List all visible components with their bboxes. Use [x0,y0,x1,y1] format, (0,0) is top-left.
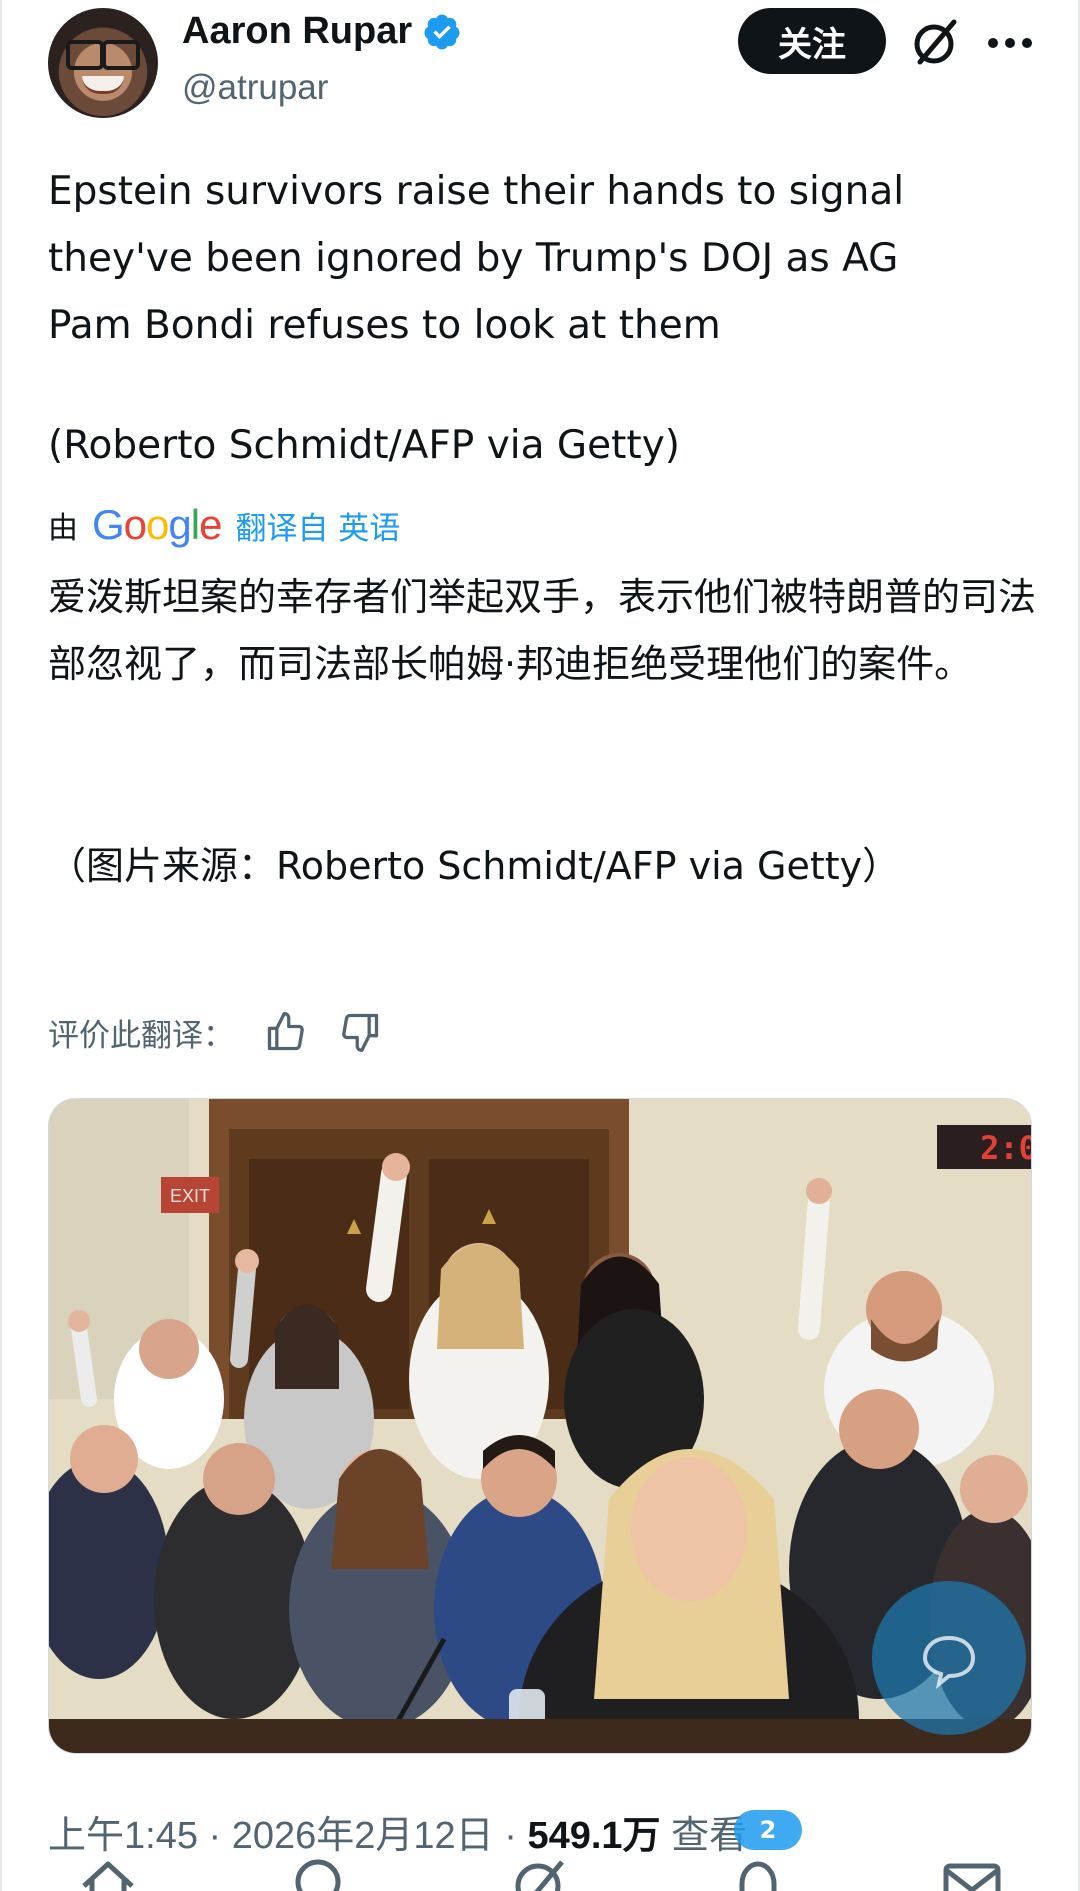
translated-by-label: 由 [48,511,78,546]
exit-sign: EXIT [170,1186,210,1206]
search-icon[interactable] [290,1856,354,1891]
grok-slash-icon[interactable] [910,16,962,68]
author-name[interactable]: Aaron Rupar [182,10,412,53]
notifications-icon[interactable] [726,1856,790,1891]
google-logo: Google [92,501,222,548]
left-divider [0,0,2,1891]
thumbs-up-icon[interactable] [264,1010,308,1054]
bottom-nav [0,1856,1080,1891]
translated-credit: （图片来源：Roberto Schmidt/AFP via Getty） [48,844,901,888]
compose-bubble-icon [922,1635,976,1689]
notification-badge: 2 [734,1810,802,1850]
author-handle[interactable]: @atrupar [182,68,328,108]
avatar-smile [82,76,124,94]
tweet-text: Epstein survivors raise their hands to s… [48,169,917,348]
translated-from-link[interactable]: 翻译自 英语 [235,503,400,548]
follow-button[interactable]: 关注 [738,8,886,74]
avatar-glasses [66,40,140,70]
more-dot [1005,38,1015,48]
thumbs-down-icon[interactable] [338,1010,382,1054]
tweet-photo-credit: (Roberto Schmidt/AFP via Getty) [48,423,681,468]
avatar[interactable] [48,8,158,118]
verified-badge-icon [424,14,460,49]
hearing-clock: 2:0 [980,1129,1032,1167]
tweet-header: Aaron Rupar @atrupar 关注 [48,8,1038,120]
tweet-timestamp: 上午1:45 · 2026年2月12日 · [48,1815,528,1857]
translated-text: 爱泼斯坦案的幸存者们举起双手，表示他们被特朗普的司法部忽视了，而司法部长帕姆·邦… [48,575,1037,686]
rate-translation-row: 评价此翻译： [48,1004,382,1060]
tweet-detail-page: Aaron Rupar @atrupar 关注 Epstein survivor… [0,0,1080,1891]
more-dot [1022,38,1032,48]
messages-icon[interactable] [940,1856,1004,1891]
home-icon[interactable] [76,1856,140,1891]
more-dot [988,38,998,48]
translation-attribution: 由 Google 翻译自 英语 [48,498,400,552]
grok-icon[interactable] [508,1856,572,1891]
view-count: 549.1万 [527,1815,661,1857]
rate-translation-label: 评价此翻译： [48,1017,234,1054]
compose-fab[interactable] [872,1581,1026,1735]
tweet-meta: 上午1:45 · 2026年2月12日 · 549.1万 查看 [48,1804,747,1859]
author-name-row[interactable]: Aaron Rupar [182,10,462,53]
more-dots-icon[interactable] [988,38,1032,50]
